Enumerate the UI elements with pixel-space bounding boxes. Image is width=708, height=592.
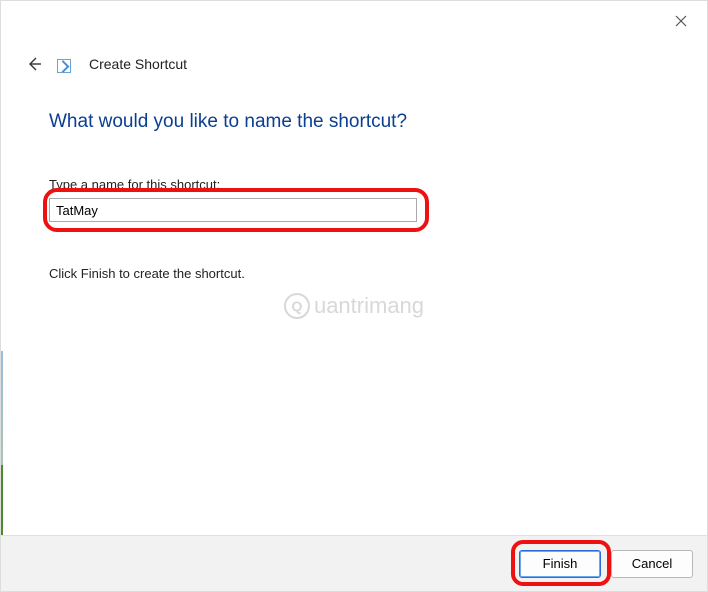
content-area: What would you like to name the shortcut… xyxy=(1,75,707,281)
edge-decoration-grass xyxy=(1,465,3,535)
finish-button-wrap: Finish xyxy=(519,550,601,578)
cancel-button[interactable]: Cancel xyxy=(611,550,693,578)
shortcut-name-input[interactable] xyxy=(49,198,417,222)
close-button[interactable] xyxy=(669,9,693,33)
back-button[interactable] xyxy=(23,53,45,75)
window-title: Create Shortcut xyxy=(89,56,187,72)
watermark-icon: Q xyxy=(284,293,310,319)
name-field-label: Type a name for this shortcut: xyxy=(49,177,659,192)
header: Create Shortcut xyxy=(1,1,707,75)
back-arrow-icon xyxy=(25,55,43,73)
shortcut-icon xyxy=(57,59,71,73)
watermark-text: uantrimang xyxy=(314,293,424,319)
button-bar: Finish Cancel xyxy=(1,535,707,591)
instruction-text: Click Finish to create the shortcut. xyxy=(49,266,659,281)
close-icon xyxy=(675,15,687,27)
page-heading: What would you like to name the shortcut… xyxy=(49,111,659,133)
name-input-wrap xyxy=(49,198,417,222)
finish-button[interactable]: Finish xyxy=(519,550,601,578)
watermark: Q uantrimang xyxy=(284,293,424,319)
